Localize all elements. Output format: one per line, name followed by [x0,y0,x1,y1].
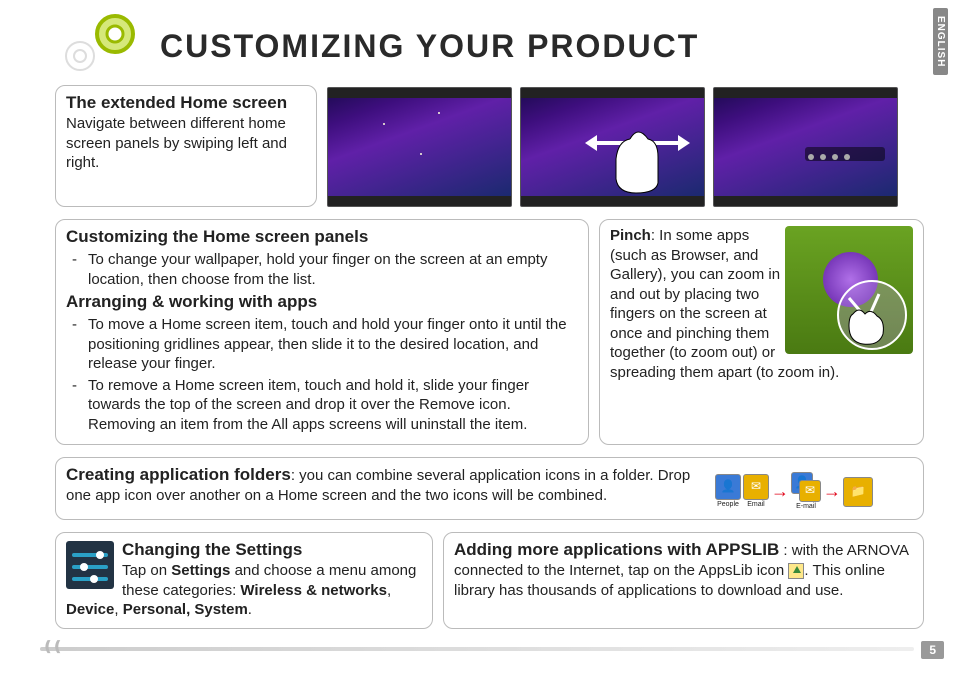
arranging-heading: Arranging & working with apps [66,291,578,313]
footer-divider [40,647,914,651]
home-thumbnail-widget [713,87,898,207]
extended-home-box: The extended Home screen Navigate betwee… [55,85,317,207]
appslib-heading: Adding more applications with APPSLIB [454,540,779,559]
move-item-tip: To move a Home screen item, touch and ho… [70,315,578,374]
email-app-icon: ✉ [799,480,821,502]
arrow-right-icon: → [823,480,841,503]
pinch-hand-icon [839,288,899,348]
settings-heading: Changing the Settings [66,539,422,561]
home-thumbnail-swipe [520,87,705,207]
language-tab: ENGLISH [933,8,948,75]
arrow-right-icon: → [771,480,789,503]
pinch-box: Pinch: In some apps (such as Browser, an… [599,219,924,445]
page-number: 5 [921,641,944,659]
settings-box: Changing the Settings Tap on Settings an… [55,532,433,629]
home-thumbnail [327,87,512,207]
pinch-illustration [785,226,913,354]
extended-home-heading: The extended Home screen [66,92,306,114]
pinch-heading: Pinch [610,227,651,244]
folder-icon: 📁 [843,477,873,507]
gears-decor [60,8,150,81]
settings-icon [66,541,114,589]
swipe-hand-icon [585,121,695,201]
people-app-icon: 👤 [715,474,741,500]
folders-box: Creating application folders: you can co… [55,457,924,520]
folders-heading: Creating application folders [66,465,291,484]
page-title: CUSTOMIZING YOUR PRODUCT [160,28,699,65]
wallpaper-tip: To change your wallpaper, hold your fing… [70,250,578,289]
customizing-heading: Customizing the Home screen panels [66,226,578,248]
extended-home-body: Navigate between different home screen p… [66,114,306,173]
settings-body: Tap on Settings and choose a menu among … [66,561,422,620]
footer-decor: ❪❪ [42,638,61,655]
appslib-icon [788,563,804,579]
home-screen-thumbnails [327,85,924,207]
appslib-box: Adding more applications with APPSLIB : … [443,532,924,629]
folder-combine-graphic: 👤 People ✉ Email → 👤 ✉ E-mail [715,464,913,511]
remove-item-tip: To remove a Home screen item, touch and … [70,376,578,435]
customizing-panels-box: Customizing the Home screen panels To ch… [55,219,589,445]
email-app-icon: ✉ [743,474,769,500]
